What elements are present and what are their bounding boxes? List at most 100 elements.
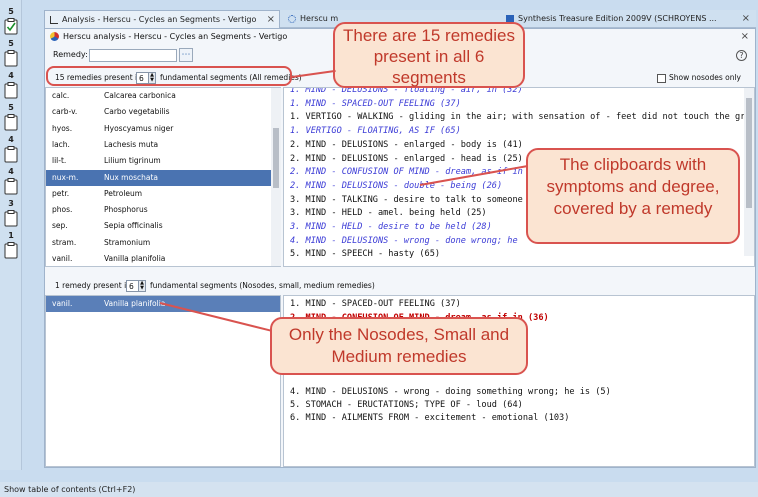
show-nosodes-checkbox[interactable]: Show nosodes only (657, 69, 741, 87)
remedy-input[interactable] (89, 49, 177, 62)
remedy-row[interactable]: hyos. Hyoscyamus niger (46, 121, 280, 137)
remedy-name: Lachesis muta (104, 139, 159, 149)
remedy-abbr: calc. (52, 91, 70, 100)
spinner-value: 6 (129, 282, 134, 291)
symptom-line[interactable]: 2. MIND - DELUSIONS - double - being (26… (290, 180, 502, 192)
clipboard-5[interactable]: 4 (4, 135, 18, 163)
bottom-remedy-list: vanil. Vanilla planifolia (45, 295, 281, 467)
scroll-thumb[interactable] (273, 128, 279, 188)
chart-icon (50, 15, 58, 24)
clipboard-8[interactable]: 1 (4, 231, 18, 259)
remedy-row[interactable]: vanil. Vanilla planifolia (46, 251, 280, 267)
remedy-name: Vanilla planifolia (104, 299, 166, 308)
app-logo-icon (50, 32, 59, 41)
clipboard-count: 1 (8, 231, 14, 240)
remedy-row[interactable]: nux-m. Nux moschata (46, 169, 280, 186)
symptom-line[interactable]: 5. STOMACH - ERUCTATIONS; TYPE OF - loud… (290, 399, 523, 411)
symptom-line[interactable]: 3. MIND - HELD - amel. being held (25) (290, 207, 487, 219)
bottom-segment-header: 1 remedy present in 6 ▲ ▼ fundamental segm… (45, 277, 755, 295)
clipboard-7[interactable]: 3 (4, 199, 18, 227)
remedy-abbr: vanil. (52, 299, 73, 308)
scroll-thumb[interactable] (746, 98, 752, 208)
clipboard-icon[interactable] (4, 114, 18, 131)
remedy-row[interactable]: petr. Petroleum (46, 186, 280, 202)
clipboard-count: 4 (8, 71, 14, 80)
close-icon[interactable]: × (267, 11, 275, 28)
checkbox-icon[interactable] (657, 73, 666, 83)
remedy-picker-button[interactable]: ⋯ (179, 48, 193, 62)
clipboard-icon[interactable] (4, 146, 18, 163)
remedy-row[interactable]: carb-v. Carbo vegetabilis (46, 104, 280, 120)
remedy-name: Stramonium (104, 237, 151, 247)
remedy-row[interactable]: lach. Lachesis muta (46, 137, 280, 153)
remedy-abbr: sep. (52, 221, 68, 231)
segment-spinner[interactable]: 6 ▲ ▼ (126, 280, 146, 292)
remedy-abbr: petr. (52, 188, 70, 198)
callout-bottom: Only the Nosodes, Small and Medium remed… (270, 317, 528, 375)
symptom-line[interactable]: 3. MIND - HELD - desire to be held (28) (290, 221, 492, 233)
remedy-name: Carbo vegetabilis (104, 107, 170, 117)
remedy-name: Sepia officinalis (104, 221, 163, 231)
remedy-abbr: phos. (52, 205, 73, 215)
symptom-line[interactable]: 3. MIND - TALKING - desire to talk to so… (290, 194, 533, 206)
clipboard-1[interactable]: 5 (4, 7, 18, 35)
clipboard-icon[interactable] (4, 50, 18, 67)
symptom-line[interactable]: 1. MIND - DELUSIONS - floating - air, in… (290, 88, 523, 96)
remedy-abbr: lil-t. (52, 156, 67, 166)
clipboard-icon[interactable] (4, 210, 18, 227)
symptom-line[interactable]: 5. MIND - SPEECH - hasty (65) (290, 248, 440, 260)
tab-label: Herscu m (300, 14, 339, 23)
remedy-row[interactable]: sep. Sepia officinalis (46, 218, 280, 234)
remedy-row[interactable]: calc. Calcarea carbonica (46, 88, 280, 104)
close-icon[interactable]: × (741, 29, 749, 44)
show-nosodes-label: Show nosodes only (669, 73, 741, 82)
symptom-line[interactable]: 2. MIND - DELUSIONS - enlarged - head is… (290, 153, 523, 165)
clipboard-3[interactable]: 4 (4, 71, 18, 99)
symptom-line[interactable]: 2. MIND - DELUSIONS - enlarged - body is… (290, 139, 523, 151)
symptom-line[interactable]: 6. MIND - AILMENTS FROM - excitement - e… (290, 412, 569, 424)
remedy-label: Remedy: (53, 50, 88, 59)
analysis-window: Herscu analysis - Herscu - Cycles an Seg… (44, 28, 756, 468)
remedy-name: Nux moschata (104, 172, 158, 182)
clipboard-count: 5 (8, 39, 14, 48)
clipboard-icon[interactable] (4, 178, 18, 195)
symptom-line[interactable]: 1. MIND - SPACED-OUT FEELING (37) (290, 98, 461, 110)
symptom-line[interactable]: 4. MIND - DELUSIONS - wrong - done wrong… (290, 235, 518, 247)
remedy-abbr: carb-v. (52, 107, 78, 117)
remedy-row[interactable]: lil-t. Lilium tigrinum (46, 153, 280, 169)
remedy-abbr: lach. (52, 139, 70, 149)
clipboard-2[interactable]: 5 (4, 39, 18, 67)
top-list-scrollbar[interactable] (271, 88, 281, 266)
clipboard-4[interactable]: 5 (4, 103, 18, 131)
symptom-line[interactable]: 1. VERTIGO - WALKING - gliding in the ai… (290, 111, 754, 123)
close-icon[interactable]: × (742, 10, 750, 28)
tab-synthesis[interactable]: Synthesis Treasure Edition 2009V (SCHROY… (504, 10, 754, 28)
remedy-row[interactable]: phos. Phosphorus (46, 202, 280, 218)
book-icon (506, 15, 514, 22)
clipboard-icon[interactable] (4, 82, 18, 99)
symptom-line[interactable]: 1. VERTIGO - FLOATING, AS IF (65) (290, 125, 461, 137)
clipboard-count: 5 (8, 7, 14, 16)
symptom-line[interactable]: 4. MIND - DELUSIONS - wrong - doing some… (290, 386, 611, 398)
callout-top: There are 15 remedies present in all 6 s… (333, 22, 525, 88)
clipboard-count: 5 (8, 103, 14, 112)
symptom-line[interactable]: 1. MIND - SPACED-OUT FEELING (37) (290, 298, 461, 310)
clipboard-icon[interactable] (4, 242, 18, 259)
tab-analysis[interactable]: Analysis - Herscu - Cycles an Segments -… (44, 10, 280, 28)
remedy-name: Hyoscyamus niger (104, 123, 174, 133)
top-remedy-list: calc. Calcarea carbonica carb-v. Carbo vege… (45, 87, 281, 267)
clipboard-icon[interactable] (4, 18, 18, 35)
status-bar: Show table of contents (Ctrl+F2) (0, 482, 758, 497)
help-icon[interactable]: ? (736, 50, 747, 61)
remedy-name: Petroleum (104, 188, 143, 198)
clipboard-6[interactable]: 4 (4, 167, 18, 195)
symptom-scrollbar[interactable] (744, 88, 754, 256)
tab-label: Synthesis Treasure Edition 2009V (SCHROY… (518, 14, 717, 23)
callout-middle: The clipboards with symptoms and degree,… (526, 148, 740, 244)
remedy-count-text: 1 remedy present in (55, 281, 131, 290)
spinner-arrows-icon[interactable]: ▲ ▼ (138, 281, 145, 291)
tab-label: Analysis - Herscu - Cycles an Segments -… (62, 15, 257, 24)
remedy-row[interactable]: stram. Stramonium (46, 235, 280, 251)
remedy-name: Phosphorus (104, 205, 148, 215)
highlight-frame (46, 66, 292, 86)
